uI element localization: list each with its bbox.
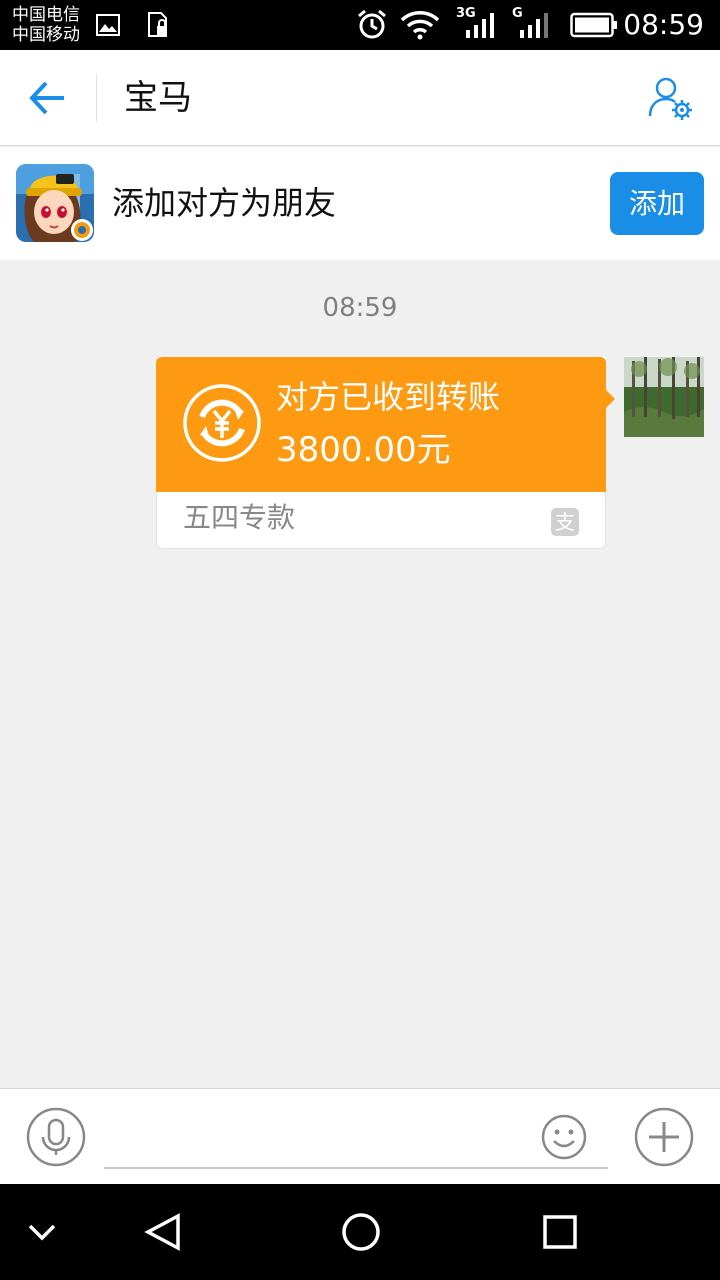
chat-timestamp: 08:59 bbox=[322, 293, 398, 323]
signal-strength-icon-2 bbox=[520, 13, 548, 38]
nav-recent-apps-icon[interactable] bbox=[540, 1212, 580, 1252]
add-friend-text: 添加对方为朋友 bbox=[112, 184, 337, 222]
image-notification-icon bbox=[96, 14, 120, 36]
transfer-note: 五四专款 bbox=[183, 501, 296, 534]
carrier-labels: 中国电信 中国移动 bbox=[12, 5, 80, 45]
transfer-message-bubble[interactable]: 对方已收到转账 3800.00元 五四专款 支 bbox=[156, 357, 615, 549]
transfer-received-icon bbox=[183, 384, 261, 462]
title-bar: 宝马 bbox=[0, 50, 720, 146]
carrier-1: 中国电信 bbox=[12, 5, 80, 25]
carrier-2: 中国移动 bbox=[12, 25, 80, 45]
page-title: 宝马 bbox=[124, 78, 192, 118]
alipay-icon: 支 bbox=[551, 508, 579, 536]
nav-home-icon[interactable] bbox=[340, 1211, 382, 1253]
profile-settings-icon[interactable] bbox=[646, 74, 696, 124]
bubble-arrow bbox=[604, 388, 615, 410]
emoji-icon[interactable] bbox=[540, 1113, 588, 1161]
add-friend-banner: 添加对方为朋友 添加 bbox=[0, 147, 720, 260]
system-nav-bar bbox=[0, 1184, 720, 1280]
battery-icon bbox=[570, 12, 617, 38]
transfer-amount: 3800.00元 bbox=[276, 430, 451, 470]
message-input-bar bbox=[0, 1088, 720, 1184]
status-time: 08:59 bbox=[623, 8, 704, 41]
title-divider bbox=[96, 74, 97, 122]
alarm-icon bbox=[358, 9, 386, 39]
message-input[interactable] bbox=[104, 1107, 608, 1169]
chevron-down-icon[interactable] bbox=[22, 1212, 62, 1252]
contact-avatar[interactable] bbox=[16, 164, 94, 242]
plus-icon[interactable] bbox=[634, 1107, 694, 1167]
back-arrow-icon[interactable] bbox=[24, 76, 72, 120]
microphone-icon[interactable] bbox=[26, 1107, 86, 1167]
sim-lock-icon bbox=[148, 12, 167, 37]
status-bar: 中国电信 中国移动 3G G 08:59 bbox=[0, 0, 720, 50]
signal-strength-icon-1 bbox=[466, 13, 494, 38]
transfer-status: 对方已收到转账 bbox=[276, 378, 501, 416]
nav-back-icon[interactable] bbox=[142, 1210, 186, 1254]
wifi-icon bbox=[400, 11, 440, 40]
transfer-header: 对方已收到转账 3800.00元 bbox=[156, 357, 606, 492]
user-avatar[interactable] bbox=[624, 357, 704, 437]
add-friend-button[interactable]: 添加 bbox=[610, 172, 704, 235]
